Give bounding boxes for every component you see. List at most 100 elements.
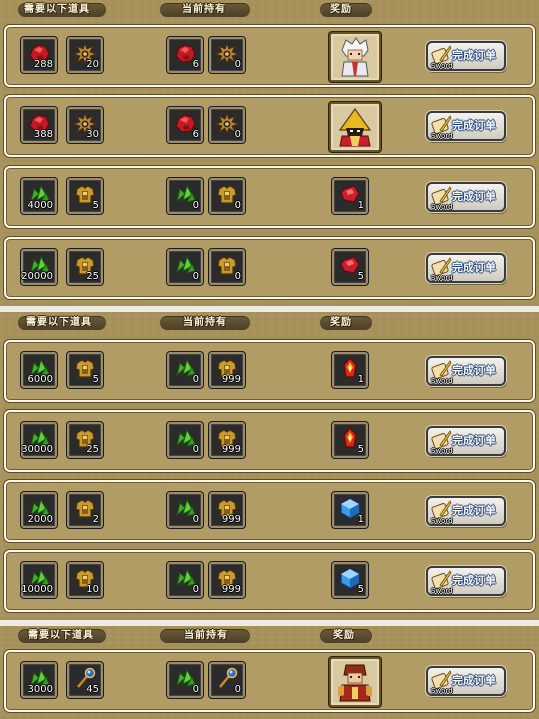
reward-hero-portrait[interactable] bbox=[329, 102, 381, 152]
complete-order-label: 完成订单 bbox=[452, 119, 496, 132]
reward-hero-portrait[interactable] bbox=[329, 657, 381, 707]
required-item-slot[interactable]: 6000 bbox=[21, 352, 57, 388]
owned-item-slot[interactable]: 0 bbox=[167, 492, 203, 528]
item-quantity: 25 bbox=[86, 271, 99, 282]
button-sub-label: Sword bbox=[431, 274, 453, 282]
item-quantity: 1 bbox=[357, 200, 364, 211]
item-quantity: 5 bbox=[92, 200, 99, 211]
item-quantity: 4000 bbox=[27, 200, 53, 211]
item-quantity: 2000 bbox=[27, 514, 53, 525]
item-quantity: 288 bbox=[33, 59, 53, 70]
complete-order-button[interactable]: 完成订单 Sword bbox=[426, 253, 506, 283]
required-item-slot[interactable]: 4000 bbox=[21, 178, 57, 214]
complete-order-button[interactable]: 完成订单 Sword bbox=[426, 566, 506, 596]
owned-item-slot[interactable]: 999 bbox=[209, 422, 245, 458]
order-row: 10000 10 0 999 5 完成订单 Sword bbox=[4, 550, 535, 612]
owned-item-slot[interactable]: 0 bbox=[209, 249, 245, 285]
complete-order-button[interactable]: 完成订单 Sword bbox=[426, 496, 506, 526]
owned-item-slot[interactable]: 0 bbox=[209, 662, 245, 698]
order-row: 20000 25 0 0 5 完成订单 Sword bbox=[4, 237, 535, 299]
owned-item-slot[interactable]: 0 bbox=[209, 37, 245, 73]
item-quantity: 20000 bbox=[21, 271, 53, 282]
required-item-slot[interactable]: 25 bbox=[67, 422, 103, 458]
reward-hero-portrait[interactable] bbox=[329, 32, 381, 82]
required-item-slot[interactable]: 288 bbox=[21, 37, 57, 73]
owned-item-slot[interactable]: 999 bbox=[209, 562, 245, 598]
item-quantity: 3000 bbox=[27, 684, 53, 695]
item-quantity: 30 bbox=[86, 129, 99, 140]
required-item-slot[interactable]: 5 bbox=[67, 352, 103, 388]
item-quantity: 0 bbox=[234, 200, 241, 211]
button-sub-label: Sword bbox=[431, 587, 453, 595]
item-quantity: 6 bbox=[192, 129, 199, 140]
item-quantity: 0 bbox=[192, 374, 199, 385]
complete-order-label: 完成订单 bbox=[452, 190, 496, 203]
item-quantity: 2 bbox=[92, 514, 99, 525]
item-quantity: 10000 bbox=[21, 584, 53, 595]
item-quantity: 388 bbox=[33, 129, 53, 140]
item-quantity: 999 bbox=[221, 444, 241, 455]
owned-item-slot[interactable]: 0 bbox=[167, 422, 203, 458]
button-sub-label: Sword bbox=[431, 447, 453, 455]
required-item-slot[interactable]: 5 bbox=[67, 178, 103, 214]
owned-item-slot[interactable]: 0 bbox=[167, 352, 203, 388]
item-quantity: 6000 bbox=[27, 374, 53, 385]
complete-order-button[interactable]: 完成订单 Sword bbox=[426, 426, 506, 456]
header-current-label: 当前持有 bbox=[183, 317, 227, 328]
owned-item-slot[interactable]: 0 bbox=[167, 662, 203, 698]
item-quantity: 999 bbox=[221, 584, 241, 595]
complete-order-button[interactable]: 完成订单 Sword bbox=[426, 356, 506, 386]
complete-order-button[interactable]: 完成订单 Sword bbox=[426, 666, 506, 696]
required-item-slot[interactable]: 3000 bbox=[21, 662, 57, 698]
required-item-slot[interactable]: 20 bbox=[67, 37, 103, 73]
reward-item-slot[interactable]: 5 bbox=[332, 562, 368, 598]
owned-item-slot[interactable]: 0 bbox=[209, 178, 245, 214]
reward-item-slot[interactable]: 5 bbox=[332, 422, 368, 458]
required-item-slot[interactable]: 2 bbox=[67, 492, 103, 528]
item-quantity: 0 bbox=[234, 684, 241, 695]
reward-item-slot[interactable]: 1 bbox=[332, 492, 368, 528]
required-item-slot[interactable]: 20000 bbox=[21, 249, 57, 285]
item-quantity: 1 bbox=[357, 374, 364, 385]
button-sub-label: Sword bbox=[431, 203, 453, 211]
owned-item-slot[interactable]: 999 bbox=[209, 492, 245, 528]
reward-item-slot[interactable]: 1 bbox=[332, 178, 368, 214]
order-row: 388 30 6 0 完成订单 Sword bbox=[4, 95, 535, 157]
header-reward-label: 奖励 bbox=[330, 317, 352, 328]
required-item-slot[interactable]: 10000 bbox=[21, 562, 57, 598]
owned-item-slot[interactable]: 999 bbox=[209, 352, 245, 388]
item-quantity: 0 bbox=[192, 200, 199, 211]
required-item-slot[interactable]: 25 bbox=[67, 249, 103, 285]
complete-order-button[interactable]: 完成订单 Sword bbox=[426, 41, 506, 71]
item-quantity: 6 bbox=[192, 59, 199, 70]
complete-order-button[interactable]: 完成订单 Sword bbox=[426, 182, 506, 212]
header-current-label: 当前持有 bbox=[182, 4, 226, 15]
required-item-slot[interactable]: 388 bbox=[21, 107, 57, 143]
required-item-slot[interactable]: 30000 bbox=[21, 422, 57, 458]
owned-item-slot[interactable]: 0 bbox=[167, 562, 203, 598]
item-quantity: 0 bbox=[192, 444, 199, 455]
item-quantity: 20 bbox=[86, 59, 99, 70]
owned-item-slot[interactable]: 0 bbox=[167, 249, 203, 285]
item-quantity: 0 bbox=[192, 271, 199, 282]
panel-header: 需要以下道具 当前持有 奖励 bbox=[0, 315, 539, 331]
order-panel-3: 需要以下道具 当前持有 奖励 3000 45 0 0 完成订单 Sword bbox=[0, 626, 539, 719]
reward-item-slot[interactable]: 5 bbox=[332, 249, 368, 285]
item-quantity: 0 bbox=[234, 129, 241, 140]
owned-item-slot[interactable]: 0 bbox=[167, 178, 203, 214]
button-sub-label: Sword bbox=[431, 517, 453, 525]
required-item-slot[interactable]: 10 bbox=[67, 562, 103, 598]
reward-item-slot[interactable]: 1 bbox=[332, 352, 368, 388]
owned-item-slot[interactable]: 6 bbox=[167, 37, 203, 73]
complete-order-label: 完成订单 bbox=[452, 49, 496, 62]
required-item-slot[interactable]: 30 bbox=[67, 107, 103, 143]
order-panel-2: 需要以下道具 当前持有 奖励 6000 5 0 999 1 完成订单 Sword… bbox=[0, 312, 539, 620]
item-quantity: 0 bbox=[234, 59, 241, 70]
required-item-slot[interactable]: 45 bbox=[67, 662, 103, 698]
owned-item-slot[interactable]: 0 bbox=[209, 107, 245, 143]
owned-item-slot[interactable]: 6 bbox=[167, 107, 203, 143]
required-item-slot[interactable]: 2000 bbox=[21, 492, 57, 528]
complete-order-button[interactable]: 完成订单 Sword bbox=[426, 111, 506, 141]
header-current-label: 当前持有 bbox=[184, 630, 228, 641]
header-reward-label: 奖励 bbox=[333, 630, 355, 641]
